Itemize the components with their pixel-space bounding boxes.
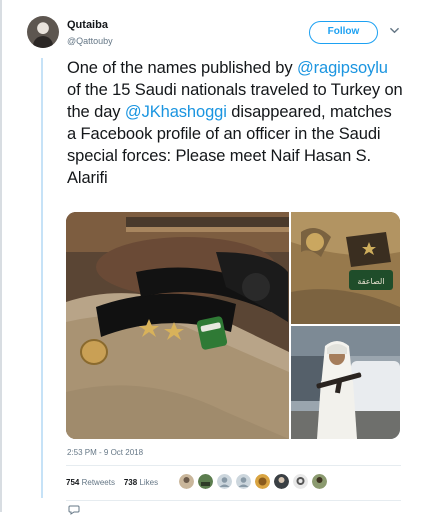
- likes-label[interactable]: Likes: [139, 478, 158, 487]
- tweet-text: One of the names published by @ragipsoyl…: [67, 57, 405, 189]
- reply-icon[interactable]: [68, 505, 80, 515]
- liker-avatar[interactable]: [179, 474, 194, 489]
- retweets-count[interactable]: 754: [66, 478, 79, 487]
- display-name[interactable]: Qutaiba: [67, 19, 108, 31]
- photo-man-with-rifle[interactable]: [291, 326, 400, 439]
- divider: [66, 465, 401, 466]
- photo-uniform-patch[interactable]: الصاعقة: [291, 212, 400, 324]
- retweets-label[interactable]: Retweets: [82, 478, 115, 487]
- mention-link[interactable]: @JKhashoggi: [125, 103, 227, 121]
- liker-avatar[interactable]: [198, 474, 213, 489]
- liker-avatar[interactable]: [293, 474, 308, 489]
- divider: [66, 500, 401, 501]
- engagement-stats: 754 Retweets 738 Likes: [66, 478, 158, 487]
- page-left-border: [0, 0, 2, 512]
- patch-text: الصاعقة: [357, 277, 384, 286]
- thread-line: [41, 58, 43, 498]
- photo-uniform-shoulder-art: [66, 212, 289, 439]
- photo-man-with-rifle-art: [291, 326, 400, 439]
- likes-count[interactable]: 738: [124, 478, 137, 487]
- tweet-timestamp[interactable]: 2:53 PM - 9 Oct 2018: [67, 448, 143, 457]
- liker-avatar[interactable]: [274, 474, 289, 489]
- photo-uniform-patch-art: الصاعقة: [291, 212, 400, 324]
- tweet-text-part: One of the names published by: [67, 59, 297, 77]
- liker-avatar[interactable]: [255, 474, 270, 489]
- chevron-down-icon[interactable]: [390, 26, 399, 35]
- avatar[interactable]: [27, 16, 59, 48]
- liker-avatar[interactable]: [217, 474, 232, 489]
- follow-button[interactable]: Follow: [309, 21, 378, 44]
- liker-avatar[interactable]: [236, 474, 251, 489]
- photo-uniform-shoulder[interactable]: [66, 212, 289, 439]
- user-handle[interactable]: @Qattouby: [67, 36, 113, 46]
- liker-avatars: [179, 474, 327, 489]
- mention-link[interactable]: @ragipsoylu: [297, 59, 388, 77]
- liker-avatar[interactable]: [312, 474, 327, 489]
